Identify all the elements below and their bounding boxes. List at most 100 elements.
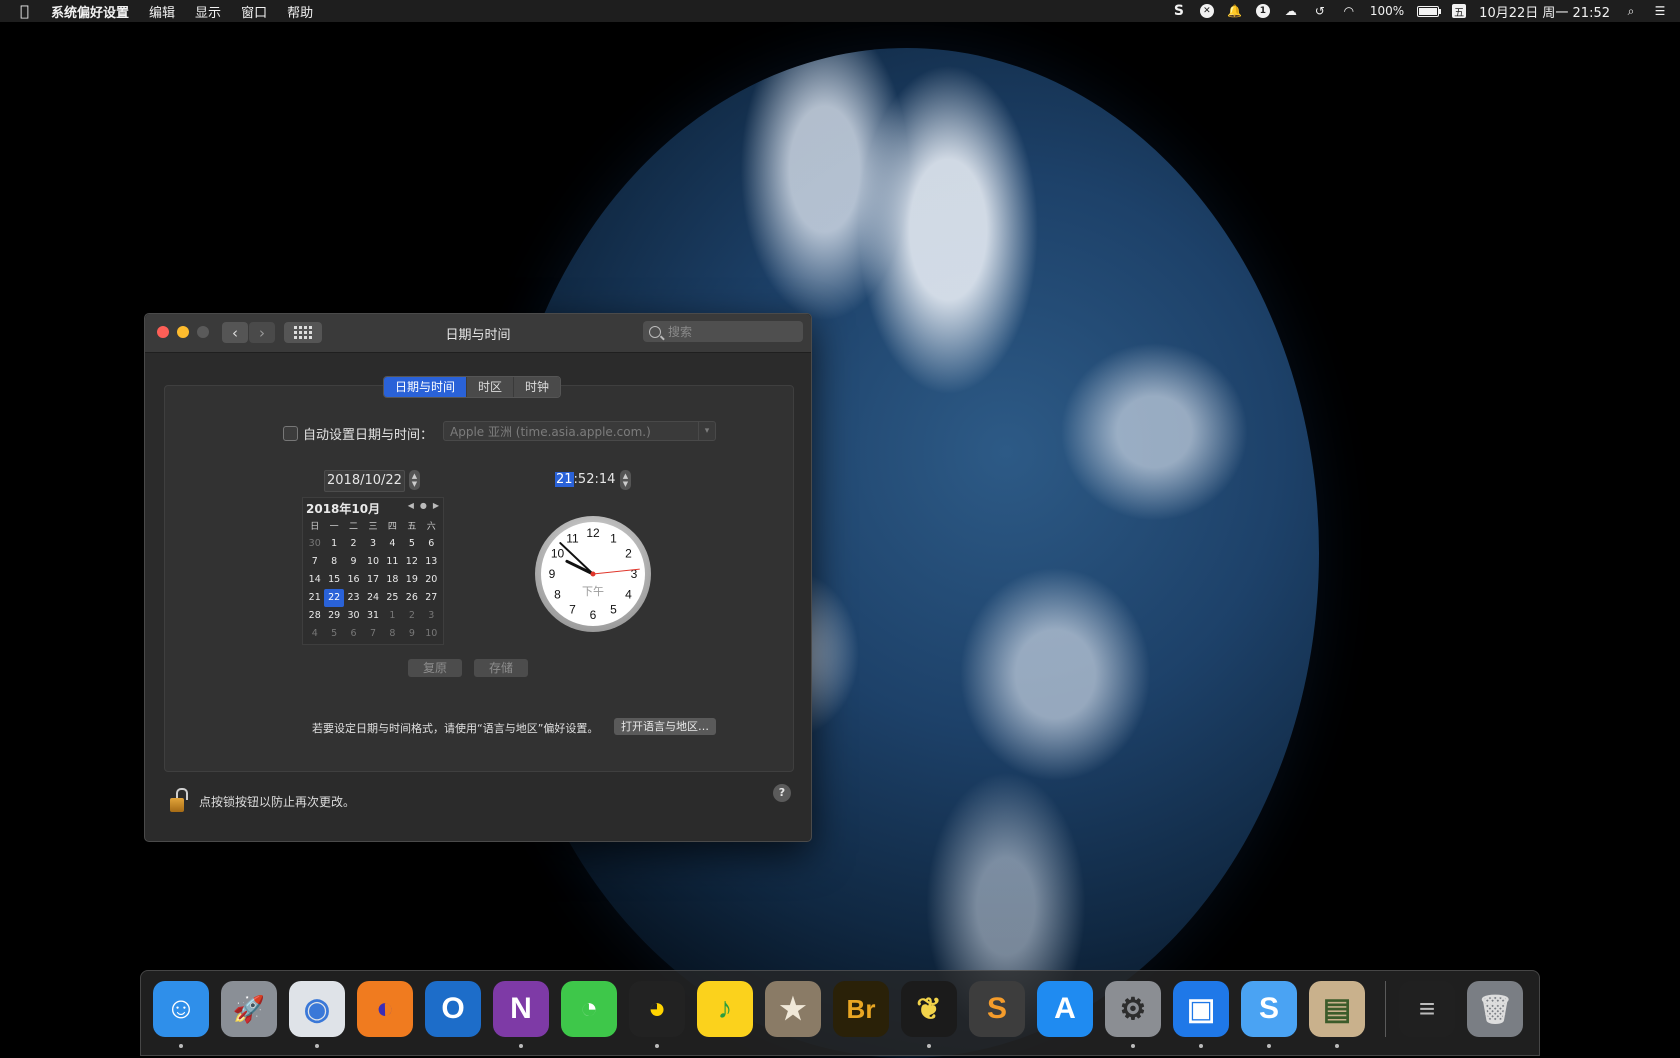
calendar-day[interactable]: 3 <box>363 535 382 553</box>
battery-percent[interactable]: 100% <box>1370 4 1404 18</box>
calendar-day[interactable]: 9 <box>402 625 421 643</box>
calendar-day[interactable]: 2 <box>402 607 421 625</box>
menu-edit[interactable]: 编辑 <box>139 2 185 21</box>
qqmusic-dock-icon[interactable]: ♪ <box>697 981 753 1037</box>
calendar-day[interactable]: 7 <box>363 625 382 643</box>
window-titlebar[interactable]: ‹ › 日期与时间 <box>145 314 811 353</box>
calendar-day[interactable]: 10 <box>422 625 441 643</box>
apple-menu-icon[interactable]:  <box>0 2 41 20</box>
prev-month-icon[interactable]: ◀ <box>408 501 414 510</box>
bridge-dock-icon[interactable]: Br <box>833 981 889 1037</box>
wechat-dock-icon[interactable]: ◔ <box>561 981 617 1037</box>
calendar-day[interactable]: 30 <box>305 535 324 553</box>
time-minutes-seconds[interactable]: :52:14 <box>574 472 616 487</box>
cloud-icon[interactable]: ☁ <box>1283 3 1299 19</box>
time-field[interactable]: 21:52:14 <box>555 470 615 490</box>
calendar-day[interactable]: 20 <box>422 571 441 589</box>
auto-set-label[interactable]: 自动设置日期与时间： <box>303 424 433 443</box>
time-hour-segment[interactable]: 21 <box>555 472 574 487</box>
calendar-day[interactable]: 13 <box>422 553 441 571</box>
calendar-day[interactable]: 30 <box>344 607 363 625</box>
calendar-day[interactable]: 18 <box>383 571 402 589</box>
calendar-day[interactable]: 4 <box>305 625 324 643</box>
bluetooth-like-status-icon[interactable]: ✕ <box>1199 4 1214 18</box>
next-month-icon[interactable]: ▶ <box>433 501 439 510</box>
search-field[interactable] <box>643 321 803 342</box>
tab-clock[interactable]: 时钟 <box>514 377 561 397</box>
calendar-day[interactable]: 17 <box>363 571 382 589</box>
system-preferences-dock-icon[interactable]: ⚙ <box>1105 981 1161 1048</box>
calendar-day[interactable]: 23 <box>344 589 363 607</box>
calendar-day[interactable]: 12 <box>402 553 421 571</box>
calendar-day[interactable]: 8 <box>383 625 402 643</box>
help-button[interactable]: ? <box>773 784 791 802</box>
calendar-day[interactable]: 3 <box>422 607 441 625</box>
time-machine-icon[interactable]: ↺ <box>1312 3 1328 19</box>
calendar-day[interactable]: 5 <box>324 625 343 643</box>
notification-bell-icon[interactable]: 🔔 <box>1227 3 1243 19</box>
calendar-day-selected[interactable]: 22 <box>324 589 344 607</box>
date-stepper[interactable]: ▲ ▼ <box>409 470 420 490</box>
auto-set-checkbox[interactable] <box>283 426 298 441</box>
preview-dock-icon[interactable]: ▤ <box>1309 981 1365 1048</box>
menu-view[interactable]: 显示 <box>185 2 231 21</box>
archive-box-dock-icon[interactable]: ★ <box>765 981 821 1037</box>
calendar-day[interactable]: 11 <box>383 553 402 571</box>
today-dot-icon[interactable]: ● <box>420 501 427 510</box>
calendar-day[interactable]: 6 <box>422 535 441 553</box>
calendar-day[interactable]: 25 <box>383 589 402 607</box>
calendar-day[interactable]: 14 <box>305 571 324 589</box>
save-button[interactable]: 存储 <box>474 659 528 677</box>
calendar-day[interactable]: 29 <box>324 607 343 625</box>
calendar-day[interactable]: 27 <box>422 589 441 607</box>
revert-button[interactable]: 复原 <box>408 659 462 677</box>
calendar-day[interactable]: 1 <box>383 607 402 625</box>
chrome-dock-icon[interactable]: ◉ <box>289 981 345 1048</box>
menu-clock[interactable]: 10月22日 周一 21:52 <box>1479 2 1610 21</box>
calendar-day[interactable]: 19 <box>402 571 421 589</box>
tab-time-zone[interactable]: 时区 <box>467 377 515 397</box>
menu-help[interactable]: 帮助 <box>277 2 323 21</box>
calendar-day[interactable]: 8 <box>324 553 343 571</box>
calendar-day[interactable]: 31 <box>363 607 382 625</box>
battery-icon[interactable] <box>1417 5 1442 17</box>
sogou-input-dock-icon[interactable]: S <box>1241 981 1297 1048</box>
launchpad-dock-icon[interactable]: 🚀 <box>221 981 277 1037</box>
lock-icon[interactable] <box>169 788 188 814</box>
calendar-day[interactable]: 4 <box>383 535 402 553</box>
trash-dock-icon[interactable]: 🗑 <box>1467 981 1523 1037</box>
date-field[interactable]: 2018/10/22 <box>324 470 405 492</box>
input-method-icon[interactable]: 五 <box>1452 4 1467 19</box>
menu-app-name[interactable]: 系统偏好设置 <box>41 2 139 21</box>
calendar-day[interactable]: 16 <box>344 571 363 589</box>
calendar-day[interactable]: 1 <box>324 535 343 553</box>
finder-dock-icon[interactable]: ☺ <box>153 981 209 1048</box>
app-store-dock-icon[interactable]: A <box>1037 981 1093 1037</box>
calendar-day[interactable]: 7 <box>305 553 324 571</box>
onepassword-icon[interactable]: 1 <box>1255 4 1270 18</box>
tab-date-time[interactable]: 日期与时间 <box>384 377 468 397</box>
calendar-day[interactable]: 26 <box>402 589 421 607</box>
calendar-day[interactable]: 10 <box>363 553 382 571</box>
calendar-day[interactable]: 2 <box>344 535 363 553</box>
search-input[interactable] <box>666 323 790 340</box>
calendar-day[interactable]: 15 <box>324 571 343 589</box>
calendar-day[interactable]: 6 <box>344 625 363 643</box>
calendar-day[interactable]: 28 <box>305 607 324 625</box>
spotlight-search-icon[interactable]: ⌕ <box>1623 3 1639 19</box>
scrivener-status-icon[interactable]: S <box>1171 3 1187 19</box>
calendar-day[interactable]: 5 <box>402 535 421 553</box>
outlook-dock-icon[interactable]: O <box>425 981 481 1037</box>
calendar-day[interactable]: 21 <box>305 589 324 607</box>
wifi-icon[interactable]: ◠ <box>1341 3 1357 19</box>
calendar-day[interactable]: 24 <box>363 589 382 607</box>
onenote-dock-icon[interactable]: N <box>493 981 549 1048</box>
notification-center-icon[interactable]: ☰ <box>1652 3 1668 19</box>
tes-butterfly-dock-icon[interactable]: ❦ <box>901 981 957 1048</box>
minimized-window-dock-icon[interactable]: ≡ <box>1399 981 1455 1037</box>
remote-desktop-dock-icon[interactable]: ▣ <box>1173 981 1229 1048</box>
sublime-dock-icon[interactable]: S <box>969 981 1025 1037</box>
menu-window[interactable]: 窗口 <box>231 2 277 21</box>
qq-dock-icon[interactable]: ◕ <box>629 981 685 1048</box>
firefox-dock-icon[interactable]: ◐ <box>357 981 413 1037</box>
